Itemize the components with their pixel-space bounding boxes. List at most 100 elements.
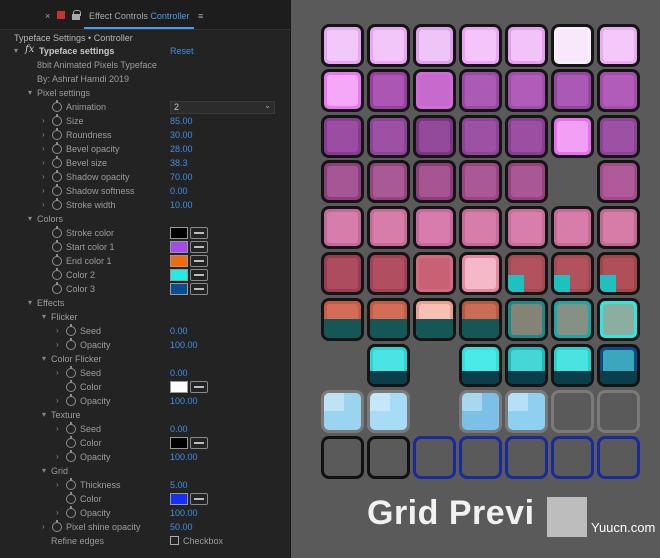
expand-toggle-icon[interactable]: ›	[42, 116, 45, 125]
collapse-toggle-icon[interactable]: ▾	[28, 298, 32, 307]
stopwatch-icon[interactable]	[52, 520, 62, 532]
eyedropper-icon[interactable]	[190, 255, 208, 267]
effect-title: 8bit Animated Pixels Typeface	[37, 60, 157, 70]
expand-toggle-icon[interactable]: ›	[42, 200, 45, 209]
panel-menu-icon[interactable]: ≡	[198, 11, 203, 21]
collapse-toggle-icon[interactable]: ▾	[14, 46, 18, 55]
shadow-softness-value[interactable]: 0.00	[170, 186, 188, 196]
pixel-tile	[367, 160, 410, 203]
pixel-shine-value[interactable]: 50.00	[170, 522, 193, 532]
collapse-toggle-icon[interactable]: ▾	[28, 88, 32, 97]
stopwatch-icon[interactable]	[66, 450, 76, 462]
eyedropper-icon[interactable]	[190, 241, 208, 253]
effect-header-row[interactable]: ▾ fx Typeface settings Reset	[0, 44, 290, 59]
roundness-value[interactable]: 30.00	[170, 130, 193, 140]
stopwatch-icon[interactable]	[66, 366, 76, 378]
stopwatch-icon[interactable]	[66, 492, 76, 504]
group-flicker[interactable]: ▾ Flicker	[0, 311, 290, 325]
stopwatch-icon[interactable]	[66, 506, 76, 518]
grid-opacity-value[interactable]: 100.00	[170, 508, 198, 518]
color-swatch[interactable]	[170, 381, 188, 393]
stopwatch-icon[interactable]	[52, 268, 62, 280]
eyedropper-icon[interactable]	[190, 283, 208, 295]
flicker-seed-value[interactable]: 0.00	[170, 326, 188, 336]
stopwatch-icon[interactable]	[66, 338, 76, 350]
bevel-opacity-value[interactable]: 28.00	[170, 144, 193, 154]
expand-toggle-icon[interactable]: ›	[56, 452, 59, 461]
group-texture[interactable]: ▾ Texture	[0, 409, 290, 423]
expand-toggle-icon[interactable]: ›	[56, 326, 59, 335]
stopwatch-icon[interactable]	[52, 240, 62, 252]
stopwatch-icon[interactable]	[66, 422, 76, 434]
color-flicker-seed-value[interactable]: 0.00	[170, 368, 188, 378]
expand-toggle-icon[interactable]: ›	[42, 186, 45, 195]
group-color-flicker[interactable]: ▾ Color Flicker	[0, 353, 290, 367]
stopwatch-icon[interactable]	[52, 170, 62, 182]
stopwatch-icon[interactable]	[52, 254, 62, 266]
animation-dropdown[interactable]: 2 ⌄	[170, 101, 275, 114]
collapse-toggle-icon[interactable]: ▾	[42, 410, 46, 419]
eyedropper-icon[interactable]	[190, 227, 208, 239]
stopwatch-icon[interactable]	[66, 436, 76, 448]
size-value[interactable]: 85.00	[170, 116, 193, 126]
expand-toggle-icon[interactable]: ›	[56, 508, 59, 517]
stopwatch-icon[interactable]	[66, 478, 76, 490]
stopwatch-icon[interactable]	[52, 156, 62, 168]
expand-toggle-icon[interactable]: ›	[42, 522, 45, 531]
expand-toggle-icon[interactable]: ›	[42, 172, 45, 181]
stopwatch-icon[interactable]	[52, 128, 62, 140]
stopwatch-icon[interactable]	[52, 142, 62, 154]
reset-link[interactable]: Reset	[170, 46, 194, 56]
close-tab-icon[interactable]: ×	[45, 11, 50, 21]
collapse-toggle-icon[interactable]: ▾	[28, 214, 32, 223]
lock-icon-body[interactable]	[72, 14, 80, 20]
stopwatch-icon[interactable]	[52, 198, 62, 210]
stopwatch-icon[interactable]	[52, 184, 62, 196]
fx-icon[interactable]: fx	[25, 44, 34, 55]
eyedropper-icon[interactable]	[190, 381, 208, 393]
eyedropper-icon[interactable]	[190, 437, 208, 449]
collapse-toggle-icon[interactable]: ▾	[42, 466, 46, 475]
color-swatch[interactable]	[170, 255, 188, 267]
shadow-opacity-value[interactable]: 70.00	[170, 172, 193, 182]
stopwatch-icon[interactable]	[66, 394, 76, 406]
group-colors[interactable]: ▾ Colors	[0, 213, 290, 227]
stopwatch-icon[interactable]	[66, 324, 76, 336]
tab-effect-controls[interactable]: Effect Controls Controller	[89, 11, 189, 21]
color-swatch[interactable]	[170, 493, 188, 505]
texture-seed-value[interactable]: 0.00	[170, 424, 188, 434]
stopwatch-icon[interactable]	[52, 114, 62, 126]
color-swatch[interactable]	[170, 241, 188, 253]
color-swatch[interactable]	[170, 269, 188, 281]
eyedropper-icon[interactable]	[190, 269, 208, 281]
expand-toggle-icon[interactable]: ›	[56, 480, 59, 489]
refine-edges-checkbox[interactable]	[170, 536, 179, 545]
flicker-opacity-value[interactable]: 100.00	[170, 340, 198, 350]
expand-toggle-icon[interactable]: ›	[42, 144, 45, 153]
color-swatch[interactable]	[170, 283, 188, 295]
texture-opacity-value[interactable]: 100.00	[170, 452, 198, 462]
expand-toggle-icon[interactable]: ›	[56, 396, 59, 405]
grid-thickness-value[interactable]: 5.00	[170, 480, 188, 490]
expand-toggle-icon[interactable]: ›	[42, 130, 45, 139]
pixel-tile-bevel	[557, 212, 588, 243]
stopwatch-icon[interactable]	[52, 226, 62, 238]
expand-toggle-icon[interactable]: ›	[56, 424, 59, 433]
eyedropper-icon[interactable]	[190, 493, 208, 505]
color-swatch[interactable]	[170, 437, 188, 449]
group-grid[interactable]: ▾ Grid	[0, 465, 290, 479]
stopwatch-icon[interactable]	[52, 282, 62, 294]
stopwatch-icon[interactable]	[52, 100, 62, 112]
collapse-toggle-icon[interactable]: ▾	[42, 354, 46, 363]
group-effects[interactable]: ▾ Effects	[0, 297, 290, 311]
expand-toggle-icon[interactable]: ›	[56, 368, 59, 377]
group-pixel-settings[interactable]: ▾ Pixel settings	[0, 87, 290, 101]
expand-toggle-icon[interactable]: ›	[56, 340, 59, 349]
expand-toggle-icon[interactable]: ›	[42, 158, 45, 167]
stopwatch-icon[interactable]	[66, 380, 76, 392]
stroke-width-value[interactable]: 10.00	[170, 200, 193, 210]
collapse-toggle-icon[interactable]: ▾	[42, 312, 46, 321]
bevel-size-value[interactable]: 38.3	[170, 158, 188, 168]
color-swatch[interactable]	[170, 227, 188, 239]
color-flicker-opacity-value[interactable]: 100.00	[170, 396, 198, 406]
